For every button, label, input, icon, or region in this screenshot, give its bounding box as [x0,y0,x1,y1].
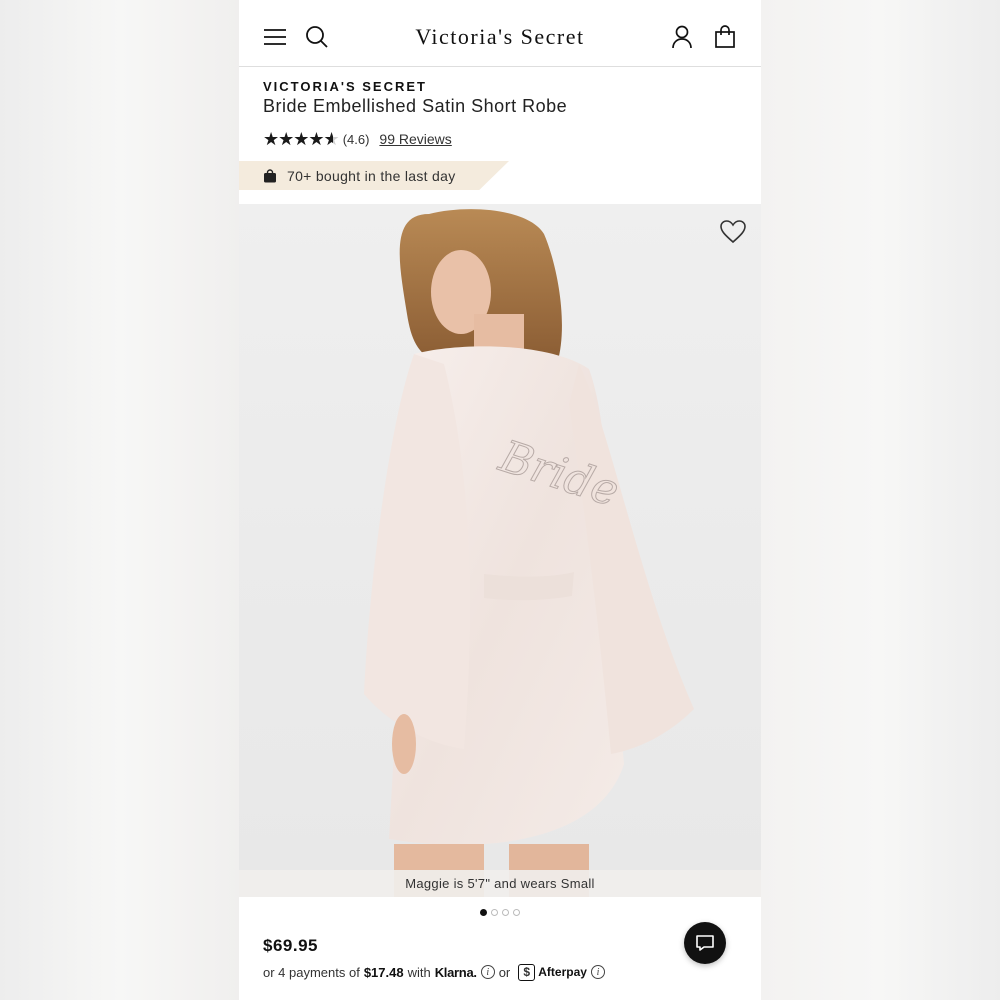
product-price: $69.95 [263,936,318,955]
product-image-carousel[interactable]: Bride [239,204,761,897]
carousel-dot[interactable] [502,909,509,916]
or-label: or [498,964,511,980]
chat-bubble-icon [696,935,714,951]
rating-stars-filled: ★★★★★ [263,129,333,149]
rating-row: ★★★★★ ★★★★★ (4.6) 99 Reviews [263,128,452,150]
chat-button[interactable] [684,922,726,964]
carousel-dots [239,909,761,916]
account-icon[interactable] [668,23,696,51]
carousel-dot[interactable] [480,909,487,916]
bought-text: 70+ bought in the last day [287,167,456,184]
product-title: Bride Embellished Satin Short Robe [263,96,568,116]
product-photo: Bride [364,209,694,897]
afterpay-logo: Afterpay [538,965,587,979]
installment-with: with [407,964,431,980]
favorite-heart-icon[interactable] [719,218,747,246]
carousel-dot[interactable] [513,909,520,916]
reviews-link[interactable]: 99 Reviews [379,131,451,147]
klarna-info-icon[interactable]: i [480,965,495,979]
carousel-dot[interactable] [491,909,498,916]
bought-badge: 70+ bought in the last day [239,161,509,190]
installment-info: or 4 payments of $17.48 with Klarna. i o… [263,963,605,981]
afterpay-info-icon[interactable]: i [590,965,605,979]
rating-value: (4.6) [342,131,370,147]
rating-stars: ★★★★★ ★★★★★ [263,129,340,149]
installment-prefix: or 4 payments of [263,964,360,980]
afterpay-dollar-icon: $ [518,963,536,981]
shopping-bag-icon [264,168,276,182]
site-header: Victoria's Secret [239,0,761,67]
installment-amount: $17.48 [363,964,404,980]
bag-icon[interactable] [711,23,739,51]
product-brand: VICTORIA'S SECRET [263,79,427,94]
mobile-page: Victoria's Secret VICTORIA'S SECRET Brid… [239,0,761,1000]
image-caption: Maggie is 5'7" and wears Small [239,870,761,897]
klarna-logo: Klarna. [434,964,477,980]
